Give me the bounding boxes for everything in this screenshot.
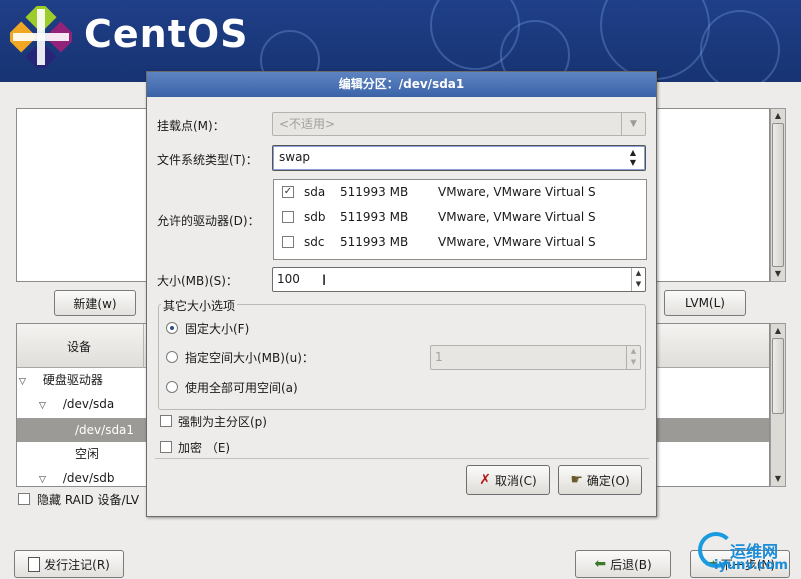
other-size-options-title: 其它大小选项 <box>161 297 238 314</box>
mount-point-value: <不适用> <box>279 117 336 131</box>
ok-button[interactable]: ☛ 确定(O) <box>558 465 642 495</box>
encrypt-checkbox[interactable] <box>160 441 172 453</box>
header-banner: CentOS <box>0 0 801 82</box>
tree-row-label: 硬盘驱动器 <box>42 373 103 387</box>
back-button[interactable]: ⬅ 后退(B) <box>575 550 671 578</box>
close-icon: ✗ <box>479 472 491 488</box>
centos-logo-icon <box>10 6 72 68</box>
dialog-title: 编辑分区：/dev/sda1 <box>147 72 656 97</box>
drive-model: VMware, VMware Virtual S <box>438 235 596 249</box>
text-cursor-icon: I <box>322 273 327 289</box>
drives-label: 允许的驱动器(D)： <box>157 214 260 228</box>
spinner-arrows-icon: ▲ ▼ <box>629 148 637 167</box>
hide-raid-checkbox[interactable] <box>18 493 30 505</box>
size-label: 大小(MB)(S)： <box>157 274 238 288</box>
drive-size: 511993 MB <box>340 235 409 249</box>
tree-row-label: 空闲 <box>75 447 100 461</box>
drives-list[interactable]: ✓ sda 511993 MB VMware, VMware Virtual S… <box>273 179 647 260</box>
tree-row-label: /dev/sda <box>62 397 115 411</box>
drive-checkbox-checked[interactable]: ✓ <box>282 186 294 198</box>
drive-name: sda <box>304 185 326 199</box>
size-value: 100 <box>277 272 300 286</box>
back-button-label: 后退(B) <box>610 557 652 572</box>
fixed-size-radio[interactable] <box>166 322 178 334</box>
drive-checkbox[interactable] <box>282 211 294 223</box>
ok-hand-icon: ☛ <box>570 472 583 488</box>
drive-row[interactable]: sdc 511993 MB VMware, VMware Virtual S <box>274 230 646 255</box>
watermark-line2: iyunv.com <box>714 558 788 573</box>
drive-row[interactable]: sdb 511993 MB VMware, VMware Virtual S <box>274 205 646 230</box>
brand-name: CentOS <box>84 12 249 56</box>
primary-partition-checkbox[interactable] <box>160 415 172 427</box>
fill-all-label: 使用全部可用空间(a) <box>185 381 298 395</box>
size-spinbox[interactable]: 100 ▲ ▼ <box>272 267 646 292</box>
drive-size: 511993 MB <box>340 185 409 199</box>
back-arrow-icon: ⬅ <box>594 556 607 572</box>
encrypt-label: 加密 （E) <box>178 441 231 455</box>
fill-all-radio[interactable] <box>166 381 178 393</box>
fill-max-radio[interactable] <box>166 351 178 363</box>
lvm-button[interactable]: LVM(L) <box>664 290 746 316</box>
spin-arrows-icon[interactable]: ▲ ▼ <box>631 268 645 291</box>
fs-type-label: 文件系统类型(T)： <box>157 153 258 167</box>
tree-row-label: /dev/sdb <box>62 471 115 485</box>
fixed-size-label: 固定大小(F) <box>185 322 250 336</box>
tree-row-label: /dev/sda1 <box>75 423 135 437</box>
tree-scrollbar[interactable]: ▲ ▼ <box>770 323 786 487</box>
drive-size: 511993 MB <box>340 210 409 224</box>
dialog-divider <box>155 458 649 459</box>
ok-button-label: 确定(O) <box>586 473 630 488</box>
fs-type-select[interactable]: swap ▲ ▼ <box>272 145 646 171</box>
fill-max-value: 1 <box>435 350 443 364</box>
graph-scrollbar[interactable]: ▲ ▼ <box>770 108 786 282</box>
drive-name: sdb <box>304 210 326 224</box>
lvm-button-label: LVM(L) <box>685 296 725 310</box>
primary-partition-label: 强制为主分区(p) <box>178 415 267 429</box>
expand-arrow-icon[interactable]: ▽ <box>39 468 51 486</box>
device-column-header: 设备 <box>67 340 92 354</box>
drive-row[interactable]: ✓ sda 511993 MB VMware, VMware Virtual S <box>274 180 646 205</box>
drive-name: sdc <box>304 235 325 249</box>
fill-max-spinbox[interactable]: 1 ▲ ▼ <box>430 345 641 370</box>
edit-partition-dialog: 编辑分区：/dev/sda1 挂载点(M)： <不适用> ▼ 文件系统类型(T)… <box>146 71 657 517</box>
hide-raid-label: 隐藏 RAID 设备/LV <box>37 493 140 507</box>
fs-type-value: swap <box>279 150 311 164</box>
expand-arrow-icon[interactable]: ▽ <box>39 394 51 418</box>
mount-point-label: 挂载点(M)： <box>157 119 225 133</box>
new-partition-button[interactable]: 新建(w) <box>54 290 136 316</box>
expand-arrow-icon[interactable]: ▽ <box>19 370 31 394</box>
watermark: 运维网 iyunv.com <box>692 528 800 578</box>
release-notes-label: 发行注记(R) <box>44 557 110 572</box>
drive-checkbox[interactable] <box>282 236 294 248</box>
release-notes-button[interactable]: 发行注记(R) <box>14 550 124 578</box>
fill-max-label: 指定空间大小(MB)(u)： <box>185 351 314 365</box>
mount-point-combo[interactable]: <不适用> ▼ <box>272 112 646 136</box>
chevron-down-icon: ▼ <box>621 113 645 135</box>
drive-model: VMware, VMware Virtual S <box>438 210 596 224</box>
cancel-button-label: 取消(C) <box>494 473 537 488</box>
new-button-label: 新建(w) <box>73 296 117 311</box>
spin-arrows-icon[interactable]: ▲ ▼ <box>626 346 640 369</box>
cancel-button[interactable]: ✗ 取消(C) <box>466 465 550 495</box>
document-icon <box>28 556 41 572</box>
drive-model: VMware, VMware Virtual S <box>438 185 596 199</box>
